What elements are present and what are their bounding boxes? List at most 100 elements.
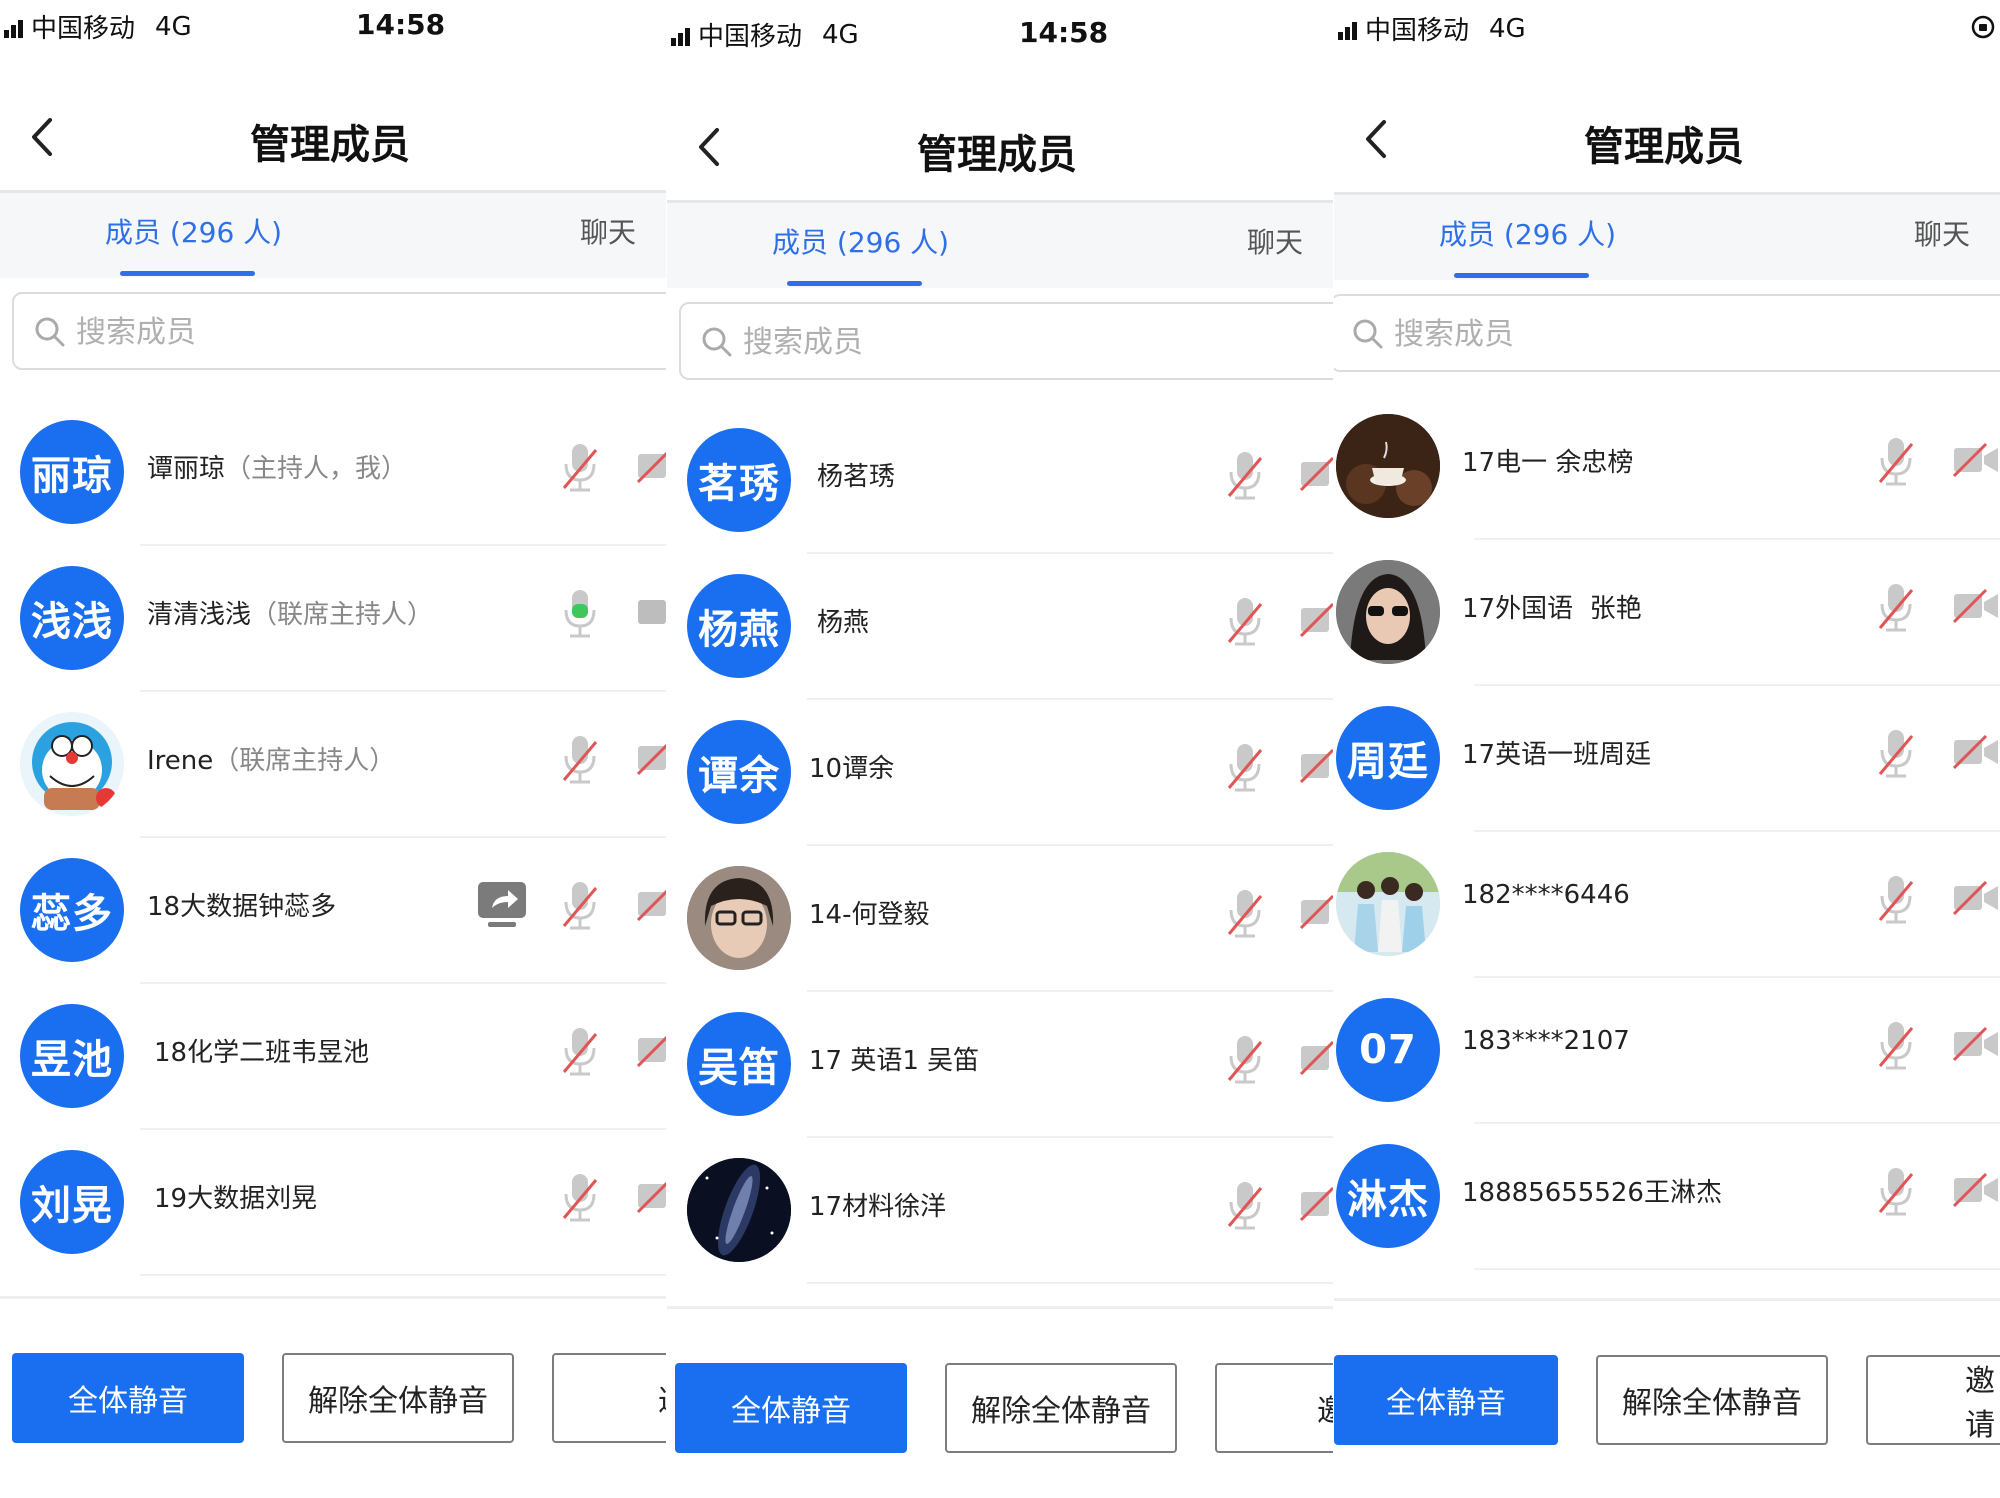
mic-muted-icon[interactable] [1876, 1164, 1916, 1220]
list-item[interactable]: 谭余 10谭余 [667, 700, 1333, 846]
row-divider [807, 1282, 1333, 1284]
unmute-all-button[interactable]: 解除全体静音 [282, 1353, 514, 1443]
camera-on-icon[interactable] [636, 592, 666, 632]
avatar-photo [687, 1158, 791, 1262]
list-item[interactable]: 17电一 余忠榜 [1334, 394, 2000, 540]
tab-chat[interactable]: 聊天 [1247, 221, 1303, 261]
list-item[interactable]: 14-何登毅 [667, 846, 1333, 992]
tab-chat[interactable]: 聊天 [580, 211, 636, 251]
tab-members[interactable]: 成员 (296 人) [1439, 213, 1616, 253]
camera-off-icon[interactable] [1299, 1184, 1333, 1224]
unmute-all-button[interactable]: 解除全体静音 [945, 1363, 1177, 1453]
tab-members[interactable]: 成员 (296 人) [105, 211, 282, 251]
list-item[interactable]: 17外国语 张艳 [1334, 540, 2000, 686]
camera-off-icon[interactable] [636, 738, 666, 778]
mic-muted-icon[interactable] [1225, 886, 1265, 942]
list-item[interactable]: 周廷 17英语一班周廷 [1334, 686, 2000, 832]
mic-muted-icon[interactable] [1225, 448, 1265, 504]
search-input[interactable] [74, 306, 666, 358]
mic-muted-icon[interactable] [560, 878, 600, 934]
mic-muted-icon[interactable] [1225, 1032, 1265, 1088]
mic-muted-icon[interactable] [1876, 872, 1916, 928]
nav-bar: 管理成员 [0, 90, 666, 193]
bottom-action-bar: 全体静音 解除全体静音 邀请 [1334, 1298, 2000, 1498]
bottom-action-bar: 全体静音 解除全体静音 邀 [667, 1306, 1333, 1498]
mic-muted-icon[interactable] [1225, 740, 1265, 796]
camera-off-icon[interactable] [1952, 732, 2000, 772]
camera-off-icon[interactable] [1952, 1170, 2000, 1210]
list-item[interactable]: 刘晃 19大数据刘晃 [0, 1130, 666, 1276]
tab-bar: 成员 (296 人) 聊天 [1334, 195, 2000, 280]
row-divider [140, 1274, 666, 1276]
search-icon [35, 317, 65, 347]
galaxy-photo-icon [687, 1158, 791, 1262]
camera-off-icon[interactable] [1952, 1024, 2000, 1064]
bottom-action-bar: 全体静音 解除全体静音 邀 [0, 1296, 666, 1498]
tab-chat[interactable]: 聊天 [1914, 213, 1970, 253]
mic-muted-icon[interactable] [1876, 434, 1916, 490]
camera-off-icon[interactable] [1952, 440, 2000, 480]
camera-off-icon[interactable] [1952, 586, 2000, 626]
tab-members[interactable]: 成员 (296 人) [772, 221, 949, 261]
search-icon [702, 327, 732, 357]
screen-share-icon[interactable] [476, 880, 528, 930]
member-name: 谭丽琼（主持人，我） [147, 454, 408, 484]
list-item[interactable]: Irene（联席主持人） [0, 692, 666, 838]
mute-all-button[interactable]: 全体静音 [1334, 1355, 1558, 1445]
member-name: 14-何登毅 [809, 900, 930, 930]
camera-off-icon[interactable] [1299, 892, 1333, 932]
mic-muted-icon[interactable] [560, 1024, 600, 1080]
list-item[interactable]: 蕊多 18大数据钟蕊多 [0, 838, 666, 984]
mic-muted-icon[interactable] [1876, 726, 1916, 782]
mic-muted-icon[interactable] [1225, 594, 1265, 650]
list-item[interactable]: 17材料徐洋 [667, 1138, 1333, 1284]
invite-button[interactable]: 邀请 [1866, 1355, 2000, 1445]
mic-muted-icon[interactable] [1876, 1018, 1916, 1074]
search-input[interactable] [741, 316, 1333, 368]
invite-button[interactable]: 邀 [1215, 1363, 1333, 1453]
list-item[interactable]: 182****6446 [1334, 832, 2000, 978]
camera-off-icon[interactable] [1952, 878, 2000, 918]
list-item[interactable]: 茗琇 杨茗琇 [667, 408, 1333, 554]
list-item[interactable]: 浅浅 清清浅浅（联席主持人） [0, 546, 666, 692]
list-item[interactable]: 丽琼 谭丽琼（主持人，我） [0, 400, 666, 546]
camera-off-icon[interactable] [1299, 746, 1333, 786]
list-item[interactable]: 淋杰 18885655526王淋杰 [1334, 1124, 2000, 1270]
list-item[interactable]: 昱池 18化学二班韦昱池 [0, 984, 666, 1130]
list-item[interactable]: 杨燕 杨燕 [667, 554, 1333, 700]
camera-off-icon[interactable] [636, 884, 666, 924]
page-title: 管理成员 [917, 132, 1077, 178]
mute-all-button[interactable]: 全体静音 [12, 1353, 244, 1443]
camera-off-icon[interactable] [636, 1030, 666, 1070]
carrier-label: 中国移动 [31, 14, 136, 44]
search-box[interactable] [1334, 294, 2000, 372]
search-box[interactable] [12, 292, 666, 370]
carrier-label: 中国移动 [698, 22, 803, 52]
search-box[interactable] [679, 302, 1333, 380]
mic-muted-icon[interactable] [1225, 1178, 1265, 1234]
mute-all-button[interactable]: 全体静音 [675, 1363, 907, 1453]
invite-button[interactable]: 邀 [552, 1353, 666, 1443]
search-input[interactable] [1392, 308, 1996, 360]
avatar: 谭余 [687, 720, 791, 824]
avatar: 刘晃 [20, 1150, 124, 1254]
page-title: 管理成员 [1584, 124, 1744, 170]
camera-off-icon[interactable] [636, 1176, 666, 1216]
mic-muted-icon[interactable] [560, 440, 600, 496]
list-item[interactable]: 07 183****2107 [1334, 978, 2000, 1124]
avatar: 浅浅 [20, 566, 124, 670]
camera-off-icon[interactable] [1299, 1038, 1333, 1078]
camera-off-icon[interactable] [1299, 454, 1333, 494]
mic-active-icon[interactable] [560, 586, 600, 642]
camera-off-icon[interactable] [1299, 600, 1333, 640]
mic-muted-icon[interactable] [1876, 580, 1916, 636]
mic-muted-icon[interactable] [560, 732, 600, 788]
camera-off-icon[interactable] [636, 446, 666, 486]
mic-muted-icon[interactable] [560, 1170, 600, 1226]
member-name: 17 英语1 吴笛 [809, 1046, 980, 1076]
status-bar: 中国移动 4G [1334, 0, 2000, 60]
list-item[interactable]: 吴笛 17 英语1 吴笛 [667, 992, 1333, 1138]
avatar: 吴笛 [687, 1012, 791, 1116]
status-bar: 中国移动 4G 14:58 [667, 0, 1333, 60]
unmute-all-button[interactable]: 解除全体静音 [1596, 1355, 1828, 1445]
